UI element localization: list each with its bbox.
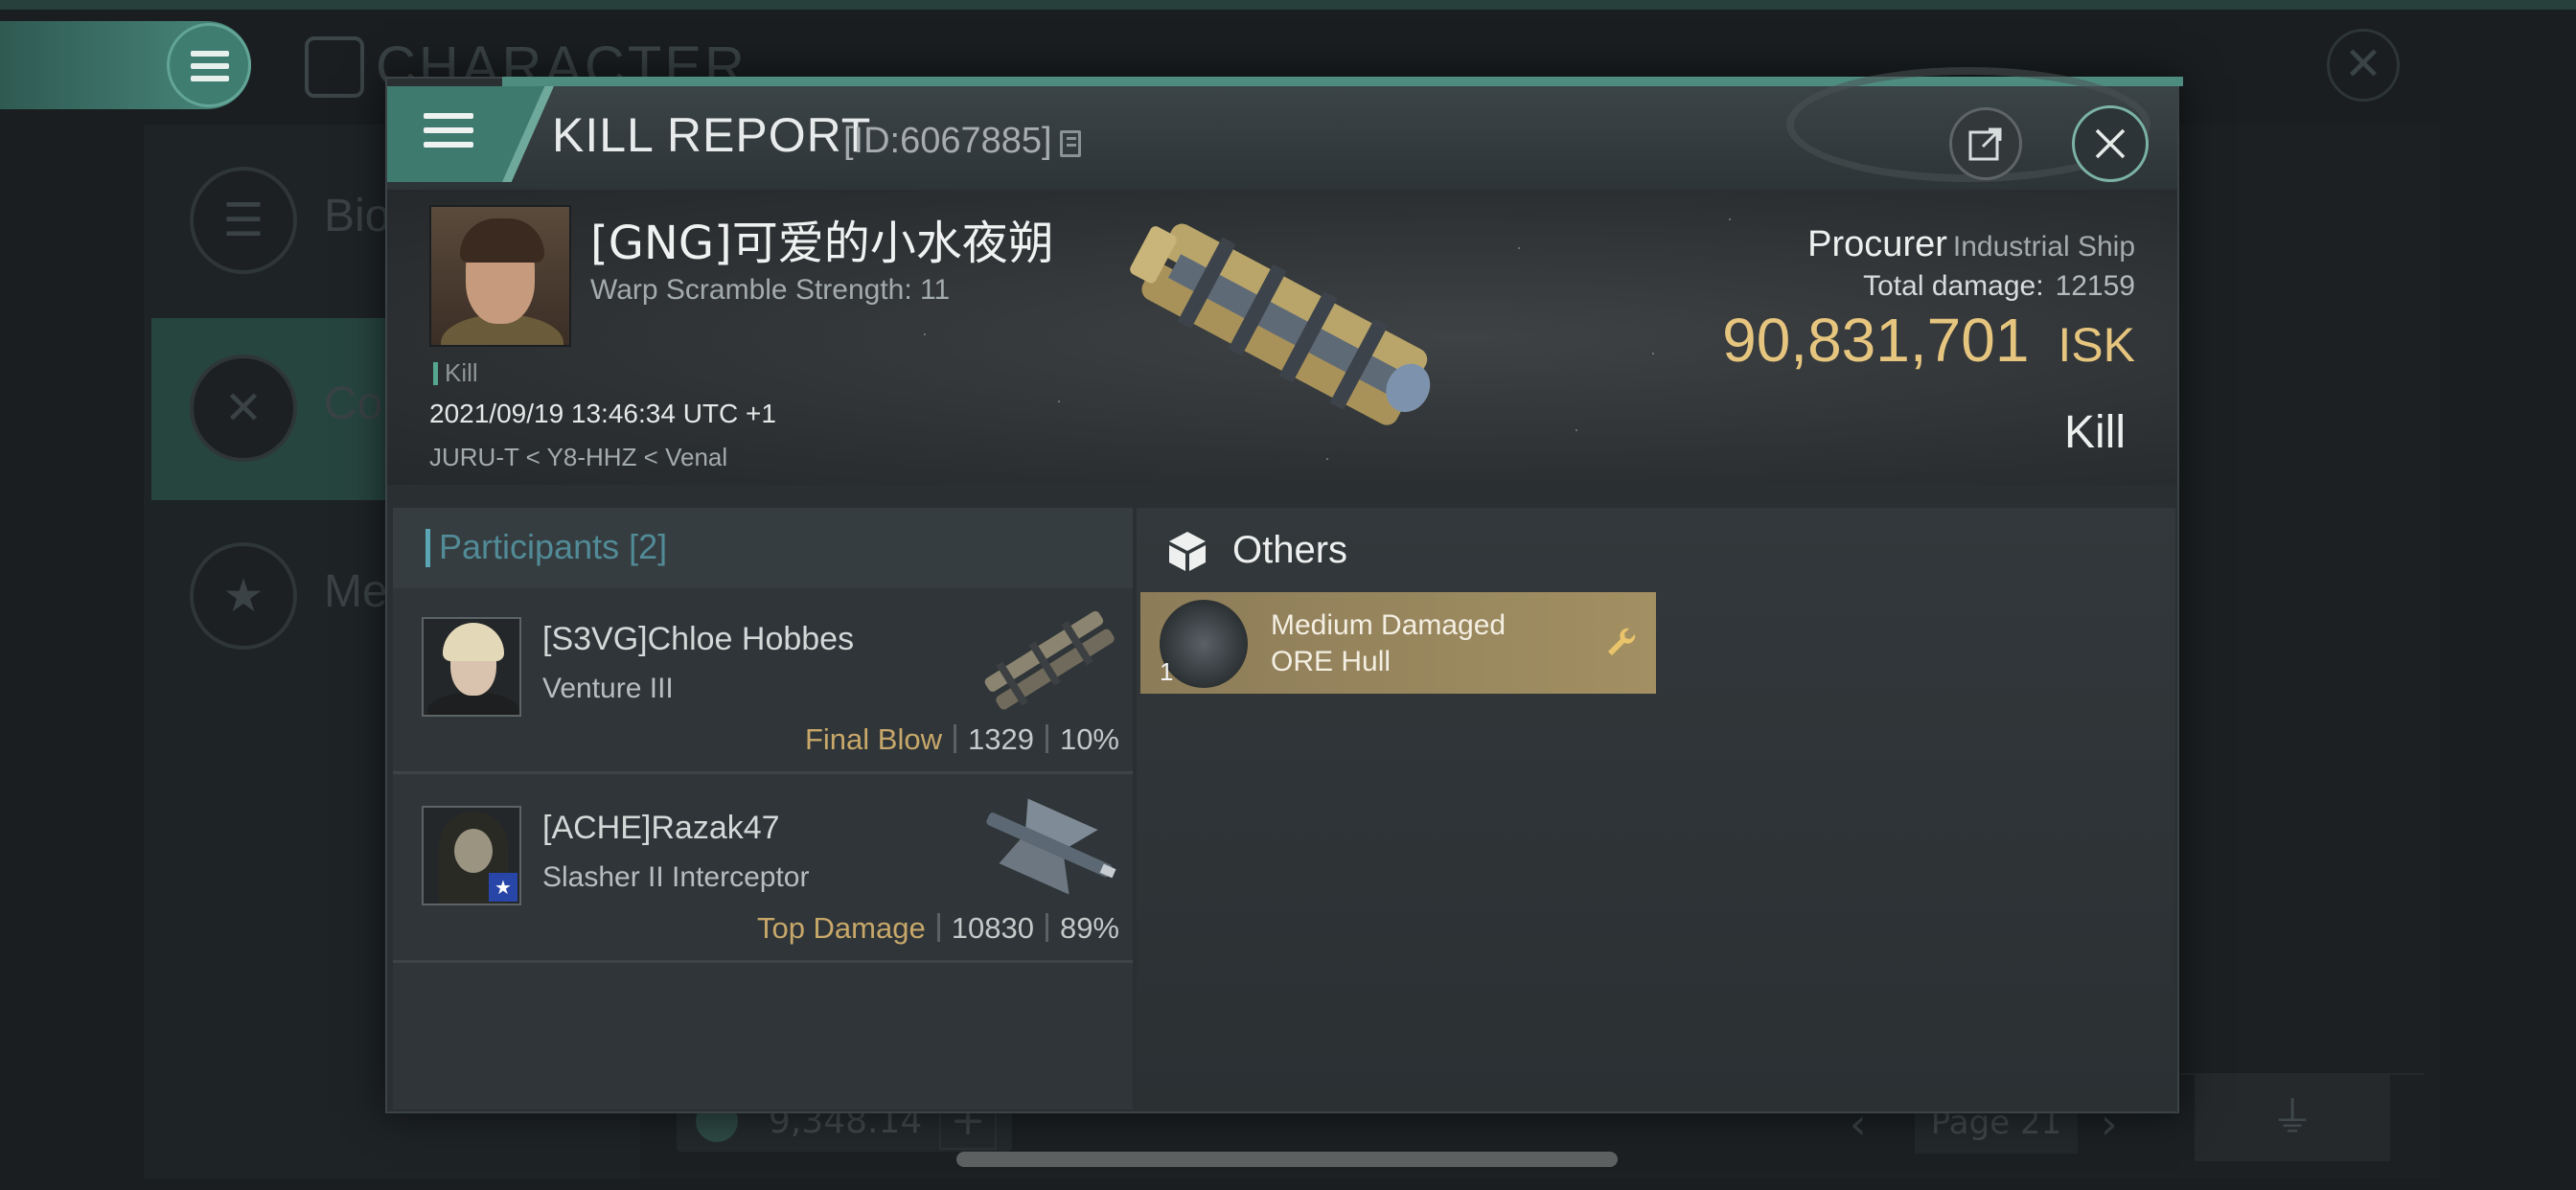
hamburger-icon <box>191 51 229 88</box>
dialog-header: KILL REPORT [ID:6067885] <box>387 67 2177 190</box>
background-nav-label: Co <box>324 378 383 429</box>
dialog-title: KILL REPORT <box>552 108 872 162</box>
background-menu-button <box>167 23 251 107</box>
participant-avatar <box>422 617 521 717</box>
item-name-line1: Medium Damaged <box>1271 609 1506 641</box>
loot-item-card[interactable]: 1 Medium Damaged ORE Hull <box>1140 592 1656 694</box>
home-indicator[interactable] <box>956 1152 1618 1167</box>
crossed-swords-icon: ✕ <box>190 355 297 462</box>
participant-ship: Slasher II Interceptor <box>542 861 810 893</box>
total-damage: Total damage: 12159 <box>1863 270 2135 303</box>
share-button[interactable] <box>1949 107 2022 180</box>
item-quantity: 1 <box>1160 657 1174 686</box>
total-damage-label: Total damage: <box>1863 270 2044 302</box>
ship-name: Procurer <box>1807 224 1947 264</box>
wrench-icon <box>1608 628 1636 655</box>
report-id: [ID:6067885] <box>843 121 1052 161</box>
participants-label: Participants [2] <box>439 527 668 566</box>
participant-ship: Venture III <box>542 673 674 704</box>
participants-panel: Participants [2] [S3VG]Chloe Hobbes Vent… <box>393 508 1133 1110</box>
total-damage-value: 12159 <box>2055 270 2135 302</box>
others-panel: Others 1 Medium Damaged ORE Hull <box>1137 508 2175 1110</box>
cube-icon <box>1169 532 1206 571</box>
participant-row[interactable]: ★ [ACHE]Razak47 Slasher II Interceptor T… <box>393 777 1133 963</box>
victim-banner: [GNG]可爱的小水夜朔 Warp Scramble Strength: 11 … <box>387 190 2177 485</box>
list-icon: ☰ <box>190 167 297 274</box>
participant-damage: 1329 <box>967 722 1034 756</box>
participant-ship-image <box>984 610 1115 710</box>
item-name: Medium Damaged ORE Hull <box>1271 607 1506 680</box>
others-title: Others <box>1232 529 1348 571</box>
kill-report-dialog: KILL REPORT [ID:6067885] [GNG]可爱的小水夜朔 Wa… <box>385 67 2183 1113</box>
background-nav-label: Bio <box>324 191 391 241</box>
participant-row[interactable]: [S3VG]Chloe Hobbes Venture III Final Blo… <box>393 588 1133 774</box>
ship-type[interactable]: Procurer Industrial Ship <box>1807 224 2135 265</box>
participant-stats: Final Blow 1329 10% <box>805 722 1119 757</box>
participant-ship-image <box>986 798 1116 895</box>
isk-amount: 90,831,701 <box>1722 306 2030 375</box>
kill-result: Kill <box>2063 407 2126 458</box>
kill-tag: Kill <box>433 358 478 388</box>
participant-damage: 10830 <box>951 911 1034 945</box>
background-nav-label: Me <box>324 566 388 617</box>
victim-name[interactable]: [GNG]可爱的小水夜朔 <box>590 205 1054 272</box>
close-icon <box>2095 128 2126 159</box>
dialog-menu-button[interactable] <box>387 86 544 182</box>
background-close-icon: ✕ <box>2327 29 2400 102</box>
victim-portrait[interactable] <box>429 205 571 347</box>
item-name-line2: ORE Hull <box>1271 646 1392 677</box>
top-damage-tag: Top Damage <box>756 911 926 945</box>
vitruvian-icon <box>305 36 364 98</box>
share-icon <box>1968 127 2002 161</box>
participant-percent: 89% <box>1059 911 1119 945</box>
isk-value: 90,831,701 ISK <box>1722 305 2135 376</box>
star-medal-icon: ★ <box>190 542 297 650</box>
participant-stats: Top Damage 10830 89% <box>757 911 1119 946</box>
isk-unit: ISK <box>2058 318 2135 372</box>
star-badge-icon: ★ <box>489 873 518 902</box>
ship-class: Industrial Ship <box>1952 231 2135 263</box>
hamburger-icon <box>424 113 473 156</box>
close-button[interactable] <box>2072 105 2149 182</box>
kill-timestamp: 2021/09/19 13:46:34 UTC +1 <box>429 399 776 428</box>
participant-name: [ACHE]Razak47 <box>542 810 780 846</box>
final-blow-tag: Final Blow <box>804 722 942 756</box>
copy-icon[interactable] <box>1060 130 1081 157</box>
participant-avatar: ★ <box>422 806 521 905</box>
warp-scramble-strength: Warp Scramble Strength: 11 <box>590 274 951 306</box>
top-strip <box>0 0 2576 10</box>
victim-ship-render <box>1130 223 1431 425</box>
filter-icon: ⏚ <box>2195 1075 2390 1161</box>
participant-name: [S3VG]Chloe Hobbes <box>542 621 855 657</box>
participants-header: Participants [2] <box>393 508 1133 588</box>
kill-location[interactable]: JURU-T < Y8-HHZ < Venal <box>429 443 727 472</box>
participant-percent: 10% <box>1059 722 1119 756</box>
